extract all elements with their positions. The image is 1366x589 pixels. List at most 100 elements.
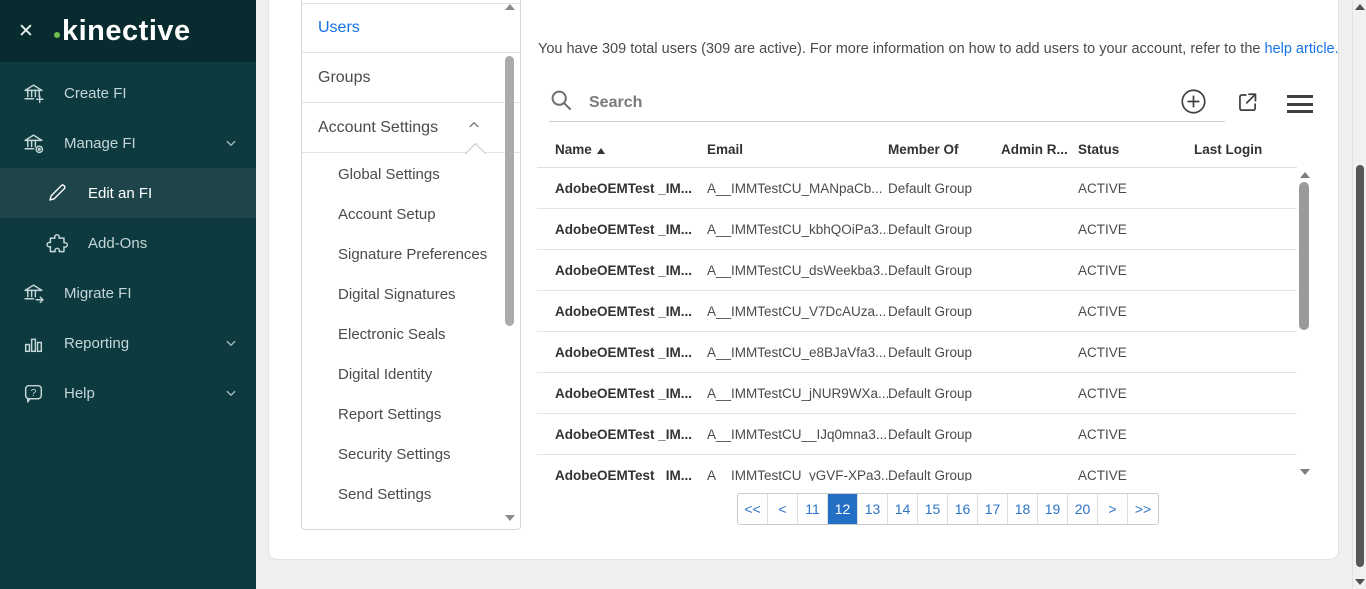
bank-arrow-icon: [20, 280, 46, 306]
subnav-item-electronic-seals[interactable]: Electronic Seals: [302, 315, 520, 355]
column-header-email[interactable]: Email: [707, 142, 888, 157]
search-toolbar: [537, 84, 1313, 122]
cell-member-of: Default Group: [888, 468, 1001, 482]
bar-chart-icon: [20, 330, 46, 356]
column-header-last-login[interactable]: Last Login: [1194, 142, 1297, 157]
nav-item-users[interactable]: Users: [302, 3, 520, 53]
cell-status: ACTIVE: [1078, 304, 1194, 319]
cell-name: AdobeOEMTest _IM...: [555, 468, 707, 482]
subnav-item-digital-signatures[interactable]: Digital Signatures: [302, 275, 520, 315]
app-window: ✕ kinective Create FI Manage FI: [0, 0, 1366, 589]
next-page-button[interactable]: >: [1098, 494, 1128, 524]
sidebar-item-edit-an-fi[interactable]: Edit an FI: [0, 168, 256, 218]
cell-name: AdobeOEMTest _IM...: [555, 427, 707, 442]
cell-name: AdobeOEMTest _IM...: [555, 263, 707, 278]
table-scrollbar[interactable]: [1297, 170, 1312, 477]
panel-scrollbar[interactable]: [504, 4, 515, 523]
subnav-item-digital-identity[interactable]: Digital Identity: [302, 355, 520, 395]
page-14-button[interactable]: 14: [888, 494, 918, 524]
table-row[interactable]: AdobeOEMTest _IM...A__IMMTestCU_MANpaCb.…: [537, 168, 1297, 209]
page-11-button[interactable]: 11: [798, 494, 828, 524]
cell-member-of: Default Group: [888, 386, 1001, 401]
column-header-status[interactable]: Status: [1078, 142, 1194, 157]
table-row[interactable]: AdobeOEMTest _IM...A__IMMTestCU__IJq0mna…: [537, 414, 1297, 455]
window-scrollbar[interactable]: [1352, 0, 1366, 589]
prev-page-button[interactable]: <: [768, 494, 798, 524]
table-row[interactable]: AdobeOEMTest _IM...A__IMMTestCU_jNUR9WXa…: [537, 373, 1297, 414]
nav-item-groups[interactable]: Groups: [302, 53, 520, 103]
cell-status: ACTIVE: [1078, 468, 1194, 482]
sidebar-item-manage-fi[interactable]: Manage FI: [0, 118, 256, 168]
page-15-button[interactable]: 15: [918, 494, 948, 524]
sidebar-item-help[interactable]: ? Help: [0, 368, 256, 418]
logo-text: kinective: [62, 15, 191, 47]
page-20-button[interactable]: 20: [1068, 494, 1098, 524]
sidebar-item-label: Manage FI: [64, 135, 222, 152]
svg-text:?: ?: [30, 387, 36, 398]
scroll-up-icon[interactable]: [505, 4, 515, 10]
menu-icon[interactable]: [1287, 91, 1313, 118]
page-18-button[interactable]: 18: [1008, 494, 1038, 524]
chevron-down-icon: [222, 384, 240, 402]
scroll-down-icon[interactable]: [505, 515, 515, 521]
users-content: You have 309 total users (309 are active…: [537, 0, 1313, 560]
cell-status: ACTIVE: [1078, 345, 1194, 360]
sidebar-item-migrate-fi[interactable]: Migrate FI: [0, 268, 256, 318]
panel-scrollbar-thumb[interactable]: [505, 56, 514, 326]
close-icon[interactable]: ✕: [18, 22, 44, 41]
sidebar-item-reporting[interactable]: Reporting: [0, 318, 256, 368]
page-13-button[interactable]: 13: [858, 494, 888, 524]
nav-item-label: Groups: [318, 69, 370, 87]
scroll-down-icon[interactable]: [1355, 579, 1365, 585]
last-page-button[interactable]: >>: [1128, 494, 1158, 524]
chevron-up-icon: [466, 117, 482, 138]
table-row[interactable]: AdobeOEMTest _IM...A__IMMTestCU_V7DcAUza…: [537, 291, 1297, 332]
scroll-up-icon[interactable]: [1355, 4, 1365, 10]
export-icon[interactable]: [1234, 89, 1260, 120]
subnav-item-security-settings[interactable]: Security Settings: [302, 435, 520, 475]
search-input[interactable]: [589, 94, 1225, 112]
scroll-down-icon[interactable]: [1300, 469, 1310, 475]
pencil-icon: [44, 180, 70, 206]
cell-member-of: Default Group: [888, 181, 1001, 196]
column-header-member-of[interactable]: Member Of: [888, 142, 1001, 157]
page-12-button[interactable]: 12: [828, 494, 858, 524]
add-user-icon[interactable]: [1180, 88, 1207, 120]
chevron-down-icon: [222, 134, 240, 152]
column-header-admin-roles[interactable]: Admin R...: [1001, 142, 1078, 157]
cell-name: AdobeOEMTest _IM...: [555, 181, 707, 196]
nav-item-account-settings[interactable]: Account Settings: [302, 103, 520, 153]
cell-member-of: Default Group: [888, 222, 1001, 237]
table-scrollbar-thumb[interactable]: [1299, 182, 1309, 330]
search-field[interactable]: [549, 84, 1225, 122]
table-row[interactable]: AdobeOEMTest _IM...A__IMMTestCU_e8BJaVfa…: [537, 332, 1297, 373]
first-page-button[interactable]: <<: [738, 494, 768, 524]
subnav-item-global-settings[interactable]: Global Settings: [302, 155, 520, 195]
table-row[interactable]: AdobeOEMTest _IM...A__IMMTestCU_kbhQOiPa…: [537, 209, 1297, 250]
cell-email: A__IMMTestCU_kbhQOiPa3...: [707, 222, 888, 237]
cell-name: AdobeOEMTest _IM...: [555, 304, 707, 319]
cell-status: ACTIVE: [1078, 222, 1194, 237]
sort-asc-icon: [597, 148, 605, 154]
column-header-name[interactable]: Name: [555, 142, 707, 157]
scroll-up-icon[interactable]: [1300, 172, 1310, 178]
cell-email: A__IMMTestCU_e8BJaVfa3...: [707, 345, 888, 360]
page-17-button[interactable]: 17: [978, 494, 1008, 524]
settings-nav-panel: Users Groups Account Settings Global Set…: [301, 0, 521, 530]
chevron-down-icon: [222, 334, 240, 352]
sidebar-nav: Create FI Manage FI Edit an FI: [0, 62, 256, 418]
subnav-item-report-settings[interactable]: Report Settings: [302, 395, 520, 435]
sidebar-item-create-fi[interactable]: Create FI: [0, 68, 256, 118]
window-scrollbar-thumb[interactable]: [1356, 165, 1364, 567]
subnav-item-signature-preferences[interactable]: Signature Preferences: [302, 235, 520, 275]
page-19-button[interactable]: 19: [1038, 494, 1068, 524]
table-row[interactable]: AdobeOEMTest _IM...A__IMMTestCU_yGVF-XPa…: [537, 455, 1297, 481]
table-row[interactable]: AdobeOEMTest _IM...A__IMMTestCU_dsWeekba…: [537, 250, 1297, 291]
help-article-link[interactable]: help article.: [1264, 41, 1338, 57]
page-16-button[interactable]: 16: [948, 494, 978, 524]
subnav-item-account-setup[interactable]: Account Setup: [302, 195, 520, 235]
subnav-item-send-settings[interactable]: Send Settings: [302, 475, 520, 515]
cell-status: ACTIVE: [1078, 263, 1194, 278]
sidebar-item-add-ons[interactable]: Add-Ons: [0, 218, 256, 268]
nav-item-label: Users: [318, 19, 360, 37]
